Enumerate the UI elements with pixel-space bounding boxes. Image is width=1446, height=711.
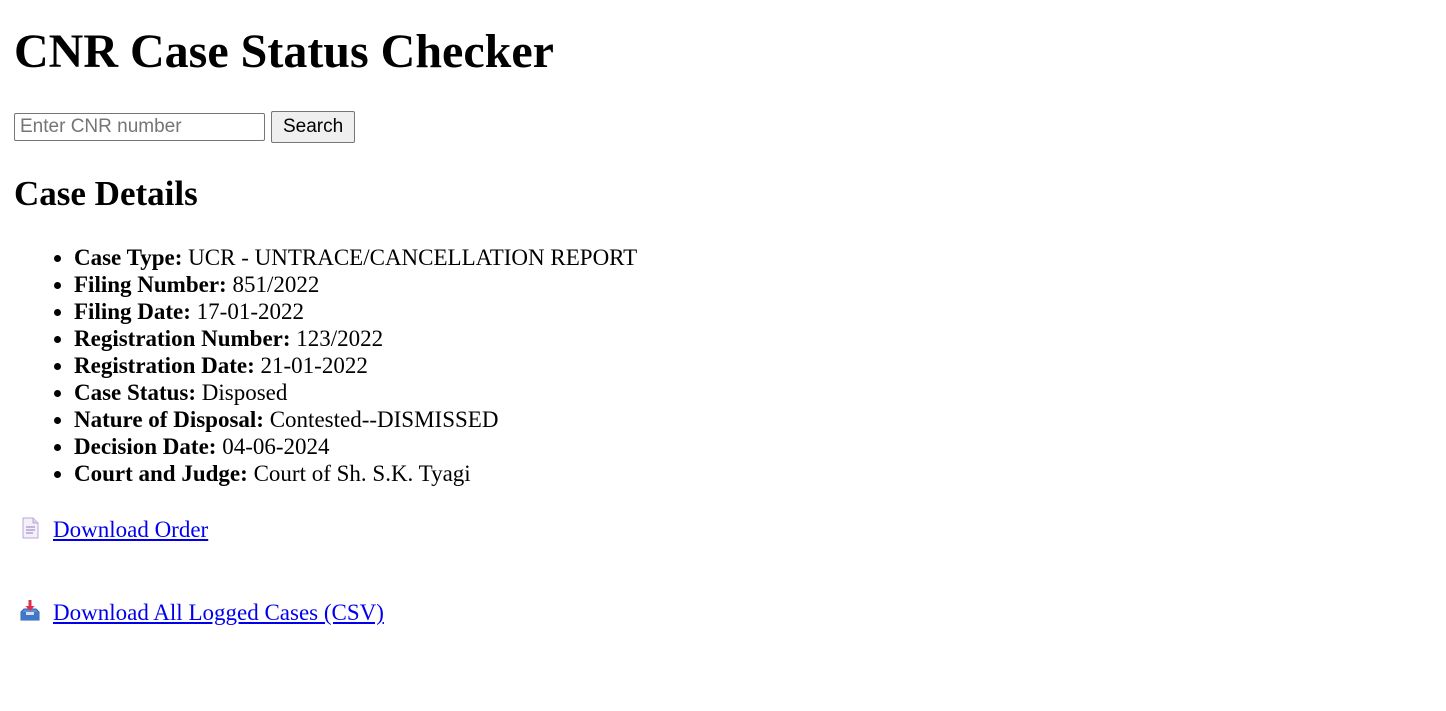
detail-value: 17-01-2022: [196, 299, 304, 324]
detail-label: Registration Number:: [74, 326, 291, 351]
download-csv-link[interactable]: Download All Logged Cases (CSV): [14, 599, 384, 626]
detail-filing-date: Filing Date: 17-01-2022: [74, 298, 637, 325]
detail-value: 851/2022: [232, 272, 320, 297]
detail-nature-of-disposal: Nature of Disposal: Contested--DISMISSED: [74, 406, 637, 433]
case-details-list: Case Type: UCR - UNTRACE/CANCELLATION RE…: [14, 244, 637, 487]
detail-value: Disposed: [201, 380, 288, 405]
detail-label: Case Type:: [74, 245, 183, 270]
detail-value: UCR - UNTRACE/CANCELLATION REPORT: [188, 245, 638, 270]
detail-label: Registration Date:: [74, 353, 255, 378]
search-form: Search: [14, 111, 356, 143]
detail-label: Filing Date:: [74, 299, 191, 324]
download-order-label: Download Order: [53, 517, 209, 542]
detail-value: 123/2022: [296, 326, 384, 351]
page-title: CNR Case Status Checker: [14, 25, 554, 78]
detail-value: 04-06-2024: [222, 434, 330, 459]
detail-value: Court of Sh. S.K. Tyagi: [253, 461, 471, 486]
page-document-icon: [18, 516, 42, 540]
detail-case-type: Case Type: UCR - UNTRACE/CANCELLATION RE…: [74, 244, 637, 271]
detail-registration-date: Registration Date: 21-01-2022: [74, 352, 637, 379]
detail-value: 21-01-2022: [260, 353, 368, 378]
cnr-search-input[interactable]: [14, 113, 265, 141]
detail-label: Nature of Disposal:: [74, 407, 264, 432]
inbox-tray-icon: [18, 599, 42, 623]
download-csv-label: Download All Logged Cases (CSV): [53, 600, 384, 625]
detail-value: Contested--DISMISSED: [269, 407, 499, 432]
detail-label: Case Status:: [74, 380, 197, 405]
detail-label: Filing Number:: [74, 272, 227, 297]
detail-registration-number: Registration Number: 123/2022: [74, 325, 637, 352]
search-button[interactable]: Search: [271, 111, 356, 143]
detail-court-and-judge: Court and Judge: Court of Sh. S.K. Tyagi: [74, 460, 637, 487]
detail-label: Court and Judge:: [74, 461, 248, 486]
download-order-link[interactable]: Download Order: [14, 516, 208, 543]
case-details-heading: Case Details: [14, 174, 198, 213]
detail-decision-date: Decision Date: 04-06-2024: [74, 433, 637, 460]
detail-label: Decision Date:: [74, 434, 217, 459]
detail-case-status: Case Status: Disposed: [74, 379, 637, 406]
detail-filing-number: Filing Number: 851/2022: [74, 271, 637, 298]
